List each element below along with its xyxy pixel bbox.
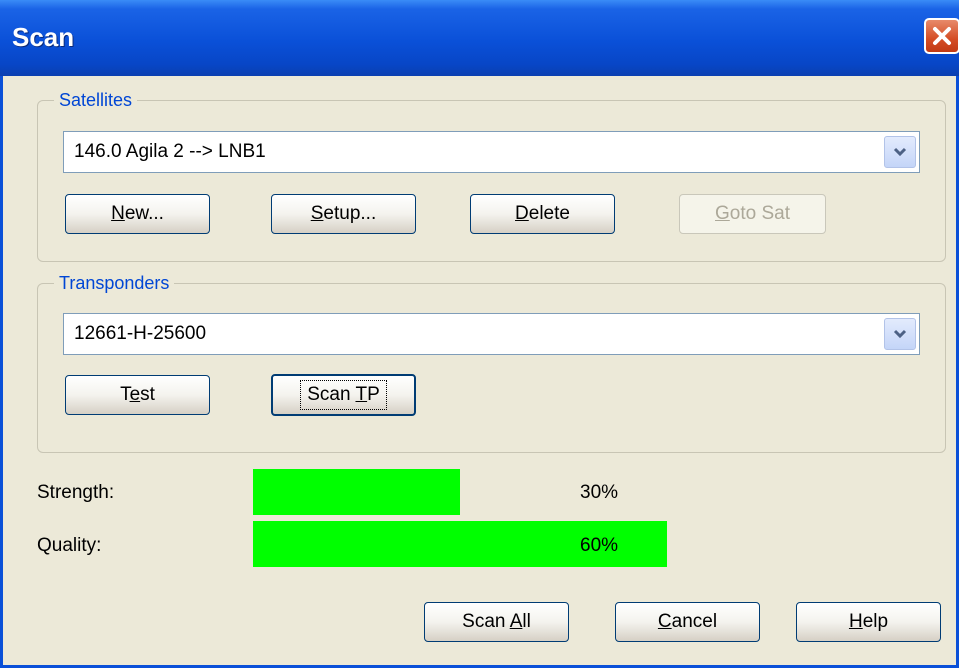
window-title: Scan: [12, 22, 75, 52]
window-border-left: [0, 76, 3, 668]
satellites-group-label: Satellites: [54, 88, 138, 112]
delete-satellite-button[interactable]: Delete: [470, 194, 615, 234]
goto-sat-button-mnemonic: G: [715, 203, 730, 224]
transponder-select-value: 12661-H-25600: [74, 323, 207, 344]
chevron-down-icon: [893, 329, 907, 339]
transponders-group-label: Transponders: [54, 271, 175, 295]
help-mnemonic: H: [848, 611, 863, 632]
setup-button-mnemonic: S: [310, 203, 324, 224]
scan-all-button[interactable]: Scan All: [424, 602, 569, 642]
scan-all-label-end: ll: [522, 611, 531, 632]
satellite-select[interactable]: 146.0 Agila 2 --> LNB1: [63, 131, 920, 173]
new-button-mnemonic: N: [111, 203, 125, 224]
close-icon: [933, 27, 951, 45]
strength-label: Strength:: [37, 482, 115, 503]
close-button[interactable]: [924, 18, 959, 54]
help-button[interactable]: Help: [796, 602, 941, 642]
delete-button-mnemonic: D: [515, 203, 529, 224]
transponder-dropdown-button[interactable]: [884, 318, 916, 350]
scan-tp-mnemonic: T: [355, 384, 368, 405]
strength-bar: [253, 469, 460, 515]
delete-button-label: elete: [528, 203, 570, 224]
cancel-button[interactable]: Cancel: [615, 602, 760, 642]
goto-sat-button-label: oto Sat: [729, 203, 790, 224]
title-bar[interactable]: Scan: [0, 0, 959, 76]
quality-value: 60%: [580, 535, 619, 556]
chevron-down-icon: [893, 147, 907, 157]
setup-satellite-button[interactable]: Setup...: [271, 194, 416, 234]
transponder-select[interactable]: 12661-H-25600: [63, 313, 920, 355]
help-label: elp: [862, 611, 889, 632]
scan-tp-focus-ring: Scan TP: [300, 380, 387, 410]
cancel-label: ancel: [671, 611, 718, 632]
satellite-select-value: 146.0 Agila 2 --> LNB1: [74, 141, 266, 162]
cancel-mnemonic: C: [657, 611, 672, 632]
strength-value: 30%: [580, 482, 619, 503]
transponders-group: Transponders: [37, 271, 946, 453]
test-button-label-end: st: [140, 384, 155, 405]
setup-button-label: etup...: [323, 203, 377, 224]
quality-label: Quality:: [37, 535, 102, 556]
test-button-mnemonic: e: [129, 384, 141, 405]
scan-tp-label-start: Scan: [307, 384, 356, 405]
scan-tp-button[interactable]: Scan TP: [271, 374, 416, 416]
test-button[interactable]: Test: [65, 375, 210, 415]
new-satellite-button[interactable]: New...: [65, 194, 210, 234]
scan-all-mnemonic: A: [509, 611, 523, 632]
satellites-group: Satellites: [37, 88, 946, 262]
goto-sat-button[interactable]: Goto Sat: [679, 194, 826, 234]
scan-tp-label-end: P: [367, 384, 380, 405]
new-button-label: ew...: [124, 203, 164, 224]
satellite-dropdown-button[interactable]: [884, 136, 916, 168]
scan-all-label-start: Scan: [462, 611, 510, 632]
test-button-label-start: T: [120, 384, 130, 405]
